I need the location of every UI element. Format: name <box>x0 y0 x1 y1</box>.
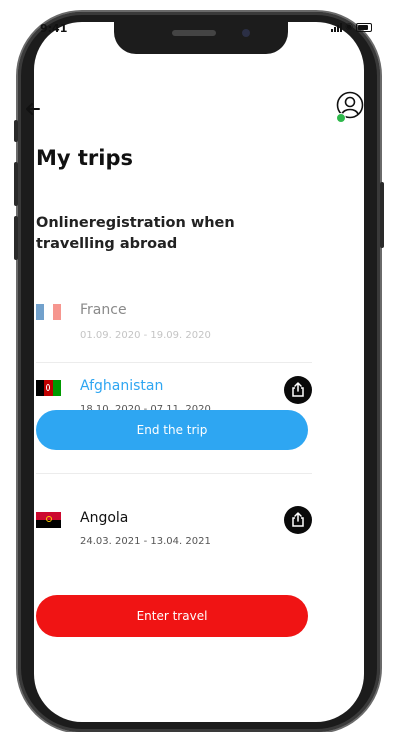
trip-country: France <box>80 302 127 318</box>
trip-dates: 24.03. 2021 - 13.04. 2021 <box>80 536 211 547</box>
wifi-icon: ◉ <box>345 22 353 32</box>
afghanistan-flag-icon <box>36 380 61 396</box>
france-flag-icon <box>36 304 61 320</box>
status-time: 9:41 <box>40 22 68 35</box>
speaker <box>172 30 216 36</box>
volume-down-button <box>14 216 18 260</box>
angola-flag-icon <box>36 512 61 528</box>
trip-dates: 01.09. 2020 - 19.09. 2020 <box>80 330 211 341</box>
share-button[interactable] <box>284 376 312 404</box>
page-subtitle: Onlineregistration when travelling abroa… <box>36 215 235 252</box>
battery-icon <box>356 23 372 32</box>
mute-switch <box>14 120 18 142</box>
front-camera <box>242 29 250 37</box>
notch <box>114 22 288 54</box>
power-button <box>380 182 384 248</box>
share-upload-icon <box>292 382 304 397</box>
enter-travel-button[interactable]: Enter travel <box>36 595 308 637</box>
page-title: My trips <box>36 146 134 170</box>
signal-icon <box>331 23 343 32</box>
share-upload-icon <box>292 512 304 527</box>
share-button[interactable] <box>284 506 312 534</box>
volume-up-button <box>14 162 18 206</box>
divider <box>36 362 312 363</box>
trip-country: Afghanistan <box>80 378 164 394</box>
end-trip-button[interactable]: End the trip <box>36 410 308 450</box>
arrow-left-icon[interactable] <box>26 96 40 120</box>
status-icons: ◉ <box>331 22 372 32</box>
divider <box>36 473 312 474</box>
trip-country: Angola <box>80 510 129 526</box>
online-status-icon <box>336 113 346 123</box>
